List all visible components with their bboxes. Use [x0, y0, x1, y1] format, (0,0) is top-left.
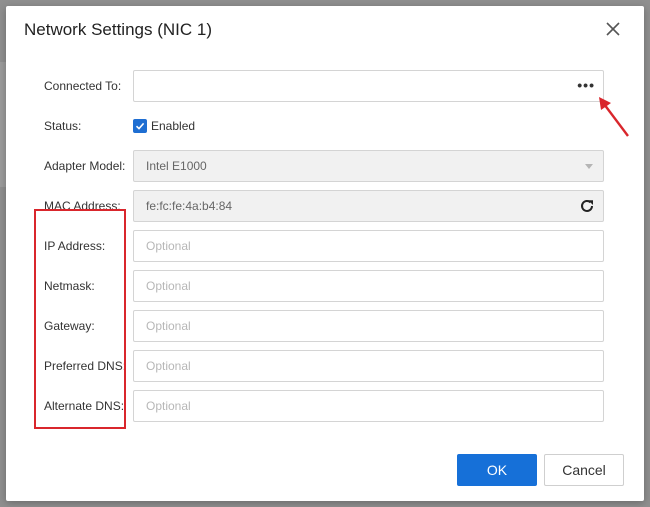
check-icon[interactable]	[133, 119, 147, 133]
mac-address-field[interactable]: fe:fc:fe:4a:b4:84	[133, 190, 604, 222]
connected-to-field[interactable]: •••	[133, 70, 604, 102]
connected-to-label: Connected To:	[44, 79, 122, 93]
preferred-dns-input[interactable]	[133, 350, 604, 382]
adapter-model-value: Intel E1000	[146, 159, 207, 173]
adapter-model-row: Adapter Model: Intel E1000	[6, 150, 644, 182]
netmask-input[interactable]	[133, 270, 604, 302]
chevron-down-icon	[585, 164, 593, 169]
mac-address-value: fe:fc:fe:4a:b4:84	[146, 199, 233, 213]
highlight-box-annotation	[34, 209, 126, 429]
alternate-dns-input[interactable]	[133, 390, 604, 422]
gateway-input[interactable]	[133, 310, 604, 342]
network-settings-dialog: Network Settings (NIC 1) Connected To: •…	[6, 6, 644, 501]
adapter-model-select[interactable]: Intel E1000	[133, 150, 604, 182]
arrow-annotation-icon	[599, 97, 629, 137]
enabled-checkbox[interactable]: Enabled	[133, 118, 195, 134]
ip-address-input[interactable]	[133, 230, 604, 262]
adapter-model-label: Adapter Model:	[44, 159, 126, 173]
status-label: Status:	[44, 119, 82, 133]
dialog-title: Network Settings (NIC 1)	[24, 20, 212, 39]
refresh-icon[interactable]	[579, 198, 595, 214]
close-icon[interactable]	[604, 20, 622, 38]
ok-button[interactable]: OK	[457, 454, 537, 486]
connected-to-row: Connected To: •••	[6, 70, 644, 102]
enabled-label: Enabled	[151, 119, 196, 133]
status-row: Status: Enabled	[6, 110, 644, 142]
cancel-button[interactable]: Cancel	[544, 454, 624, 486]
